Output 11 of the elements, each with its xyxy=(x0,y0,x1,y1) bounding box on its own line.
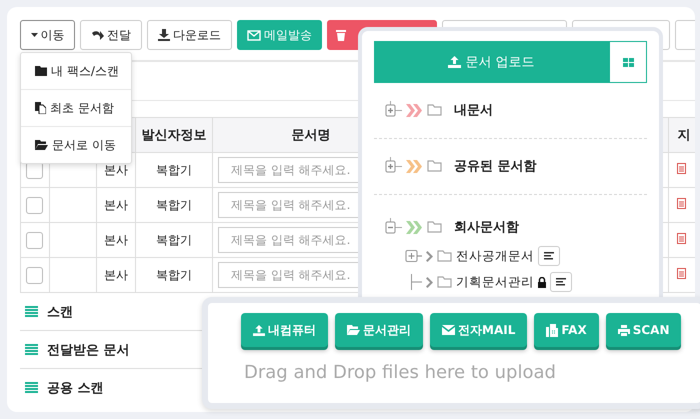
table-cell: 복합기 xyxy=(156,198,192,212)
table-cell: 본사 xyxy=(104,162,128,176)
column-header: 지 xyxy=(677,128,690,143)
drop-hint: Drag and Drop files here to upload xyxy=(244,362,557,383)
table-cell: 본사 xyxy=(104,198,128,212)
table-cell: 본사 xyxy=(104,232,128,246)
table-cell: 복합기 xyxy=(156,268,192,282)
table-cell: 본사 xyxy=(104,268,128,282)
table-cell: 복합기 xyxy=(156,162,192,176)
table-cell: 복합기 xyxy=(156,232,192,246)
column-header: 발신자정보 xyxy=(135,118,212,152)
